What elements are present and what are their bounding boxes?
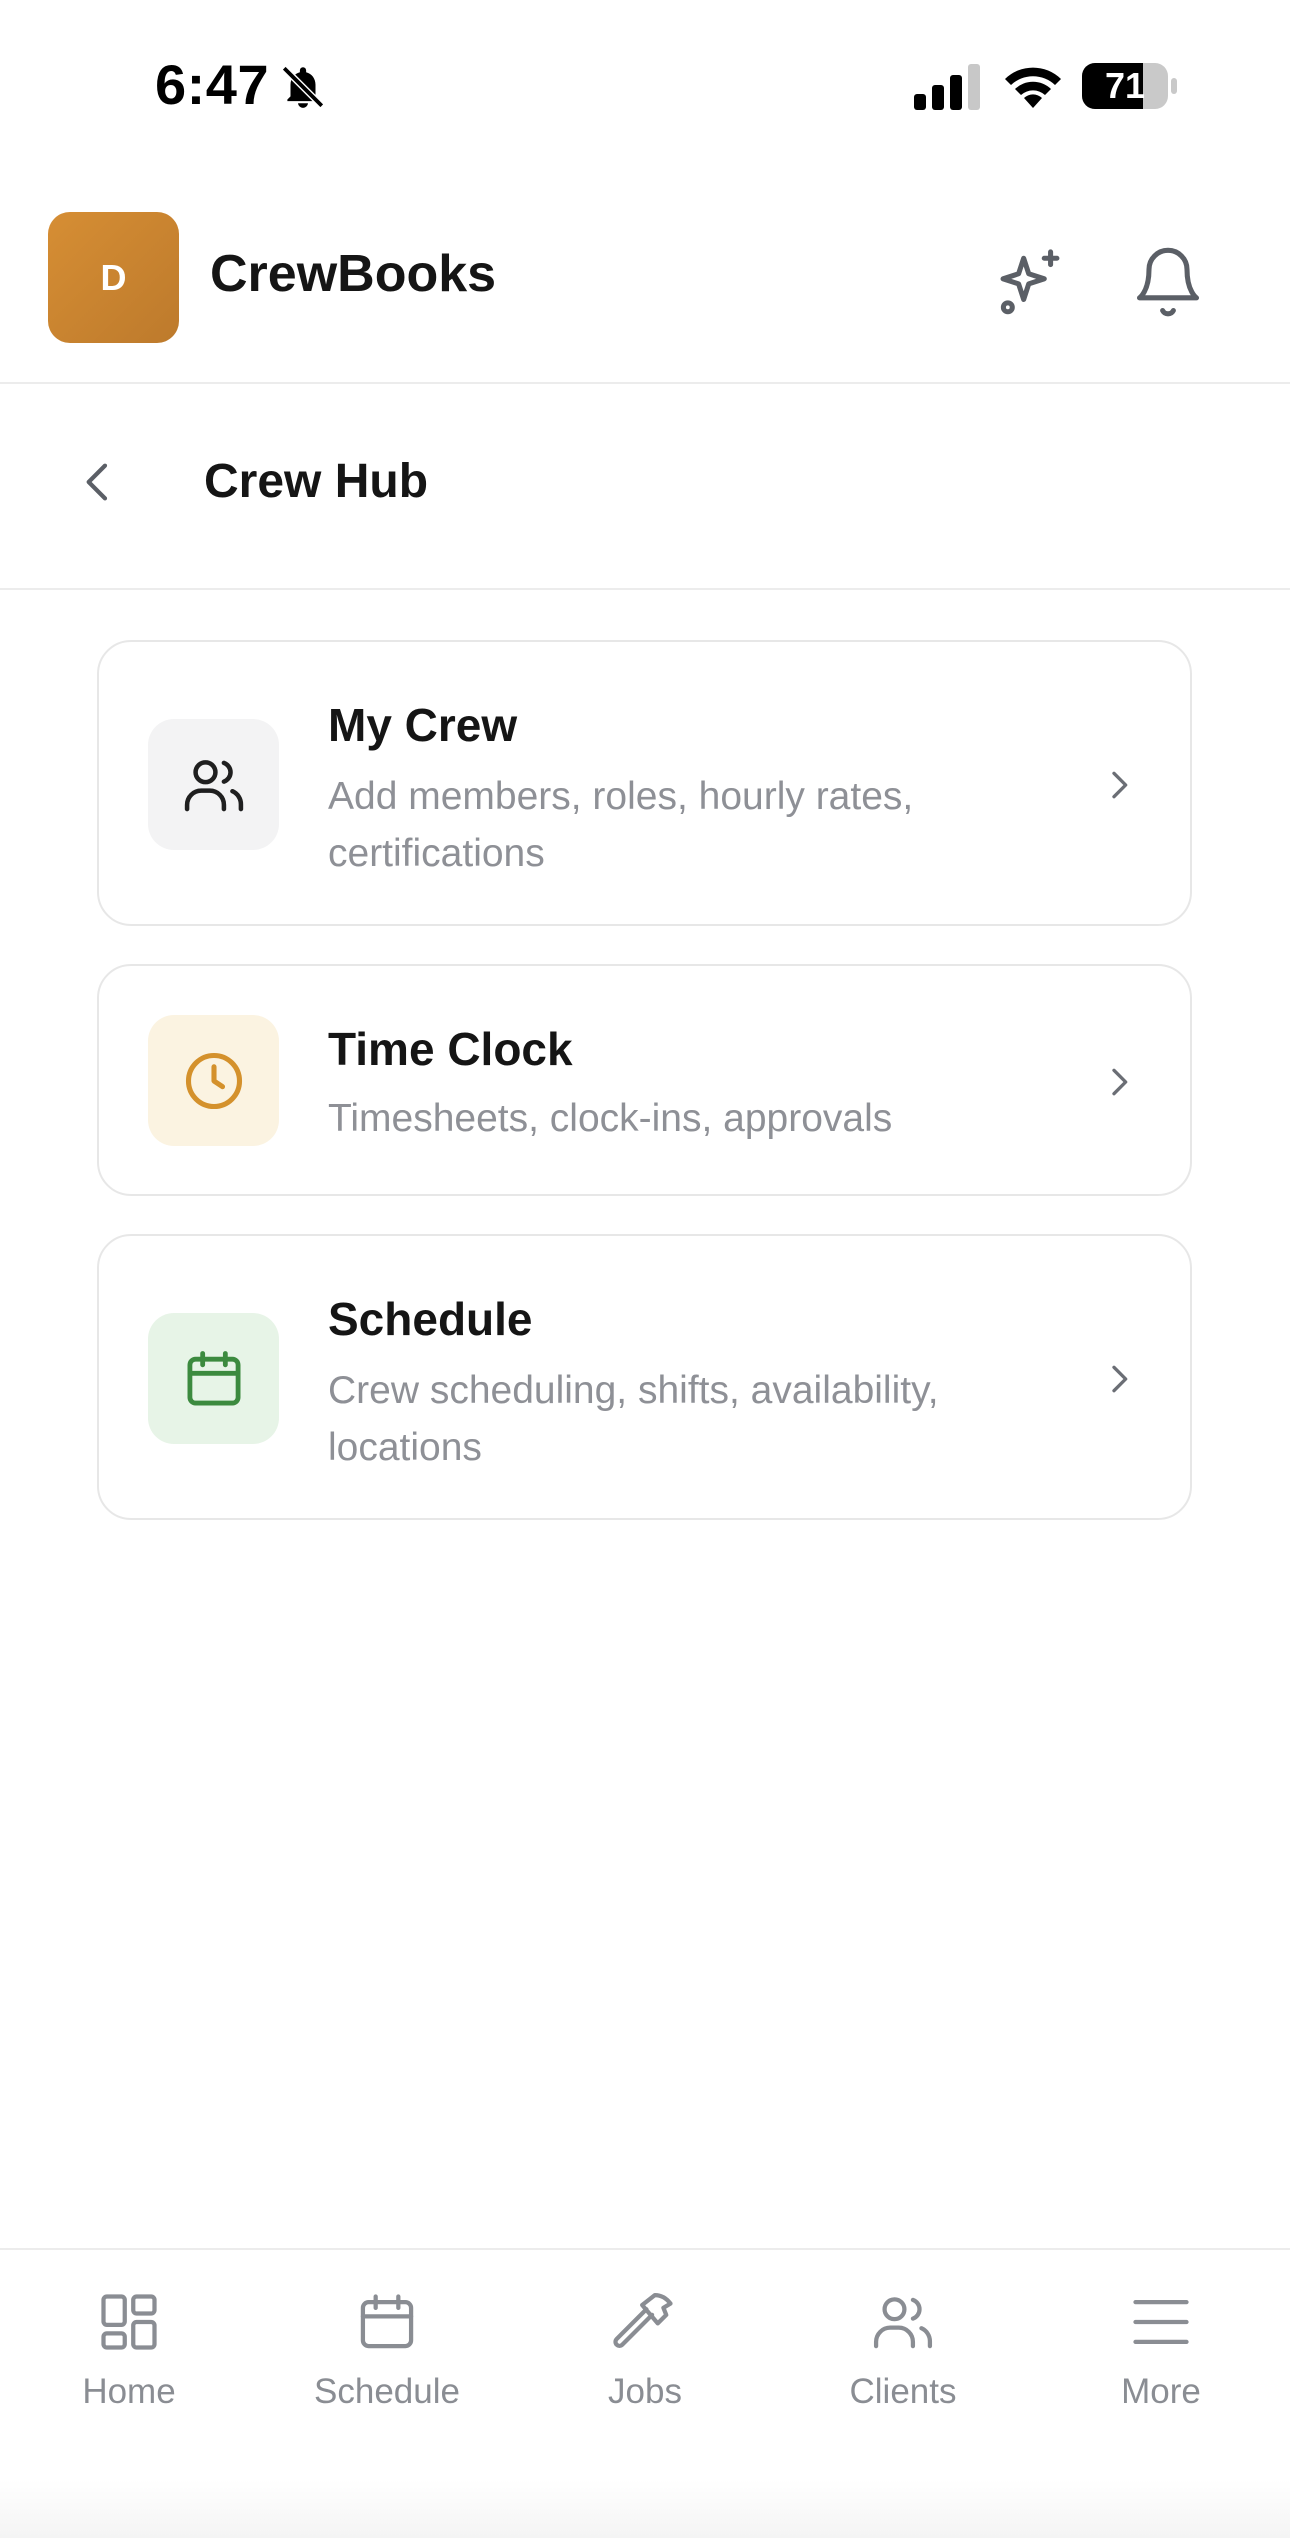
nav-label: Schedule	[314, 2372, 460, 2411]
hammer-icon	[613, 2292, 673, 2348]
bell-off-icon	[281, 65, 325, 109]
card-title: Schedule	[328, 1293, 533, 1345]
app-name: CrewBooks	[210, 245, 497, 303]
wifi-icon	[1005, 67, 1061, 108]
users-icon	[873, 2297, 933, 2349]
nav-label: Jobs	[608, 2372, 682, 2411]
card-description: Crew scheduling, shifts, availability, l…	[328, 1369, 939, 1469]
time-clock-icon-box	[148, 1015, 279, 1146]
page-header: Crew Hub	[0, 384, 1290, 590]
my-crew-icon-box	[148, 719, 279, 850]
workspace-avatar[interactable]: D	[48, 212, 179, 343]
nav-more[interactable]: More	[1032, 2250, 1290, 2450]
calendar-icon	[360, 2294, 414, 2349]
card-title: My Crew	[328, 699, 518, 751]
nav-label: More	[1121, 2372, 1201, 2411]
menu-icon	[1133, 2300, 1189, 2344]
cellular-signal-icon	[914, 64, 980, 110]
schedule-card[interactable]: Schedule Crew scheduling, shifts, availa…	[97, 1234, 1192, 1520]
app-header: D CrewBooks	[0, 180, 1290, 384]
nav-label: Clients	[849, 2372, 957, 2411]
chevron-right-icon	[1112, 1068, 1128, 1096]
nav-label: Home	[82, 2372, 176, 2411]
nav-schedule[interactable]: Schedule	[258, 2250, 516, 2450]
card-title: Time Clock	[328, 1023, 573, 1075]
card-description: Add members, roles, hourly rates, certif…	[328, 775, 914, 875]
home-indicator-area	[0, 2480, 1290, 2538]
nav-clients[interactable]: Clients	[774, 2250, 1032, 2450]
status-bar: 6:47 71	[0, 0, 1290, 170]
users-icon	[184, 759, 243, 811]
chevron-right-icon	[1112, 771, 1128, 799]
time-clock-card[interactable]: Time Clock Timesheets, clock-ins, approv…	[97, 964, 1192, 1196]
battery-level: 71	[1104, 65, 1146, 106]
grid-icon	[101, 2294, 157, 2350]
status-time: 6:47	[155, 53, 270, 116]
bell-icon[interactable]	[1130, 244, 1206, 320]
card-description: Timesheets, clock-ins, approvals	[328, 1097, 893, 1140]
page-title: Crew Hub	[204, 455, 429, 508]
chevron-right-icon	[1112, 1365, 1128, 1393]
nav-home[interactable]: Home	[0, 2250, 258, 2450]
sparkle-icon[interactable]	[992, 244, 1068, 320]
back-chevron-icon[interactable]	[70, 450, 126, 514]
clock-icon	[185, 1052, 242, 1109]
schedule-icon-box	[148, 1313, 279, 1444]
my-crew-card[interactable]: My Crew Add members, roles, hourly rates…	[97, 640, 1192, 926]
nav-jobs[interactable]: Jobs	[516, 2250, 774, 2450]
calendar-icon	[187, 1350, 240, 1405]
